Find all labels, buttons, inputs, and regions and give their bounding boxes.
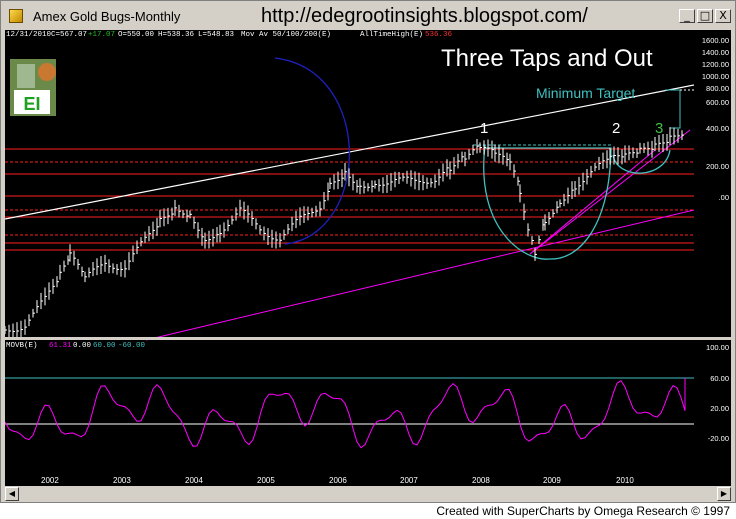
horizontal-scrollbar[interactable]: ◀ ▶ [5,487,731,501]
time-axis-label: 2005 [257,476,275,485]
indicator-axis-label: 20.00 [710,404,729,413]
chart-headline: Three Taps and Out [441,45,653,72]
oscillator-line [5,378,686,449]
indicator-axis-label: 100.00 [706,343,729,352]
footer-credit: Created with SuperCharts by Omega Resear… [436,504,730,518]
price-axis-label: 1400.00 [702,48,729,57]
price-axis-label: .00 [719,193,729,202]
price-axis-label: 200.00 [706,162,729,171]
time-axis-label: 2006 [329,476,347,485]
header-close: C=567.07 [51,31,88,39]
price-axis-label: 1600.00 [702,36,729,45]
indicator-lower: -60.00 [118,342,146,350]
indicator-zero: 0.00 [73,342,92,350]
close-button[interactable]: X [715,9,731,23]
header-ma-label: Mov Av 50/100/200(E) [241,31,332,39]
header-low: L=548.83 [198,31,235,39]
time-axis-label: 2007 [400,476,418,485]
indicator-upper: 60.00 [93,342,116,350]
time-axis-label: 2002 [41,476,59,485]
time-axis-label: 2003 [113,476,131,485]
blog-url-overlay: http://edegrootinsights.blogspot.com/ [261,5,588,27]
tap-3-label: 3 [655,120,663,137]
price-axis-label: 600.00 [706,98,729,107]
tap-1-label: 1 [480,120,488,137]
header-change: +17.07 [88,31,116,39]
price-axis: 1600.00 1400.00 1200.00 1000.00 800.00 600.00… [694,30,731,472]
price-bars [5,127,684,340]
maximize-button[interactable]: □ [697,9,713,23]
indicator-axis-label: -20.00 [708,434,729,443]
scroll-right-icon[interactable]: ▶ [717,487,731,501]
tap-2-label: 2 [612,120,620,137]
time-axis-label: 2008 [472,476,490,485]
header-ath-value: 536.36 [425,31,453,39]
window-title: Amex Gold Bugs-Monthly [33,9,181,24]
price-axis-label: 1200.00 [702,60,729,69]
app-icon [9,9,23,23]
time-axis-label: 2010 [616,476,634,485]
price-chart-svg: EI Three Taps and Out Minimum Target 1 2… [5,45,694,449]
chart-window: Amex Gold Bugs-Monthly http://edegrootin… [0,0,736,503]
minimize-button[interactable]: _ [679,9,695,23]
header-open: O=550.00 [118,31,155,39]
header-high: H=538.36 [158,31,195,39]
indicator-axis-label: 60.00 [710,374,729,383]
price-axis-label: 800.00 [706,84,729,93]
pane-divider[interactable] [5,337,731,340]
indicator-value: 61.31 [49,342,72,350]
time-axis-label: 2009 [543,476,561,485]
logo-text: EI [23,94,40,114]
logo-coin-icon [38,63,56,81]
logo-portrait-icon [17,64,35,88]
title-bar[interactable]: Amex Gold Bugs-Monthly http://edegrootin… [3,3,733,29]
indicator-label: MOVB(E) [6,342,38,350]
header-ath-label: AllTimeHigh(E) [360,31,424,39]
time-axis: 2002 2003 2004 2005 2006 2007 2008 2009 2010 [5,472,731,486]
price-axis-label: 400.00 [706,124,729,133]
time-axis-label: 2004 [185,476,203,485]
price-axis-svg: 1600.00 1400.00 1200.00 1000.00 800.00 600.00… [702,36,729,443]
target-bracket [665,89,681,129]
steep-trendline-2 [529,149,656,255]
header-date: 12/31/2010 [6,31,52,39]
minimum-target-label: Minimum Target [536,85,635,101]
price-axis-label: 1000.00 [702,72,729,81]
scroll-left-icon[interactable]: ◀ [5,487,19,501]
time-axis-svg: 2002 2003 2004 2005 2006 2007 2008 2009 2010 [41,476,634,485]
price-chart-area[interactable]: EI Three Taps and Out Minimum Target 1 2… [5,30,694,472]
